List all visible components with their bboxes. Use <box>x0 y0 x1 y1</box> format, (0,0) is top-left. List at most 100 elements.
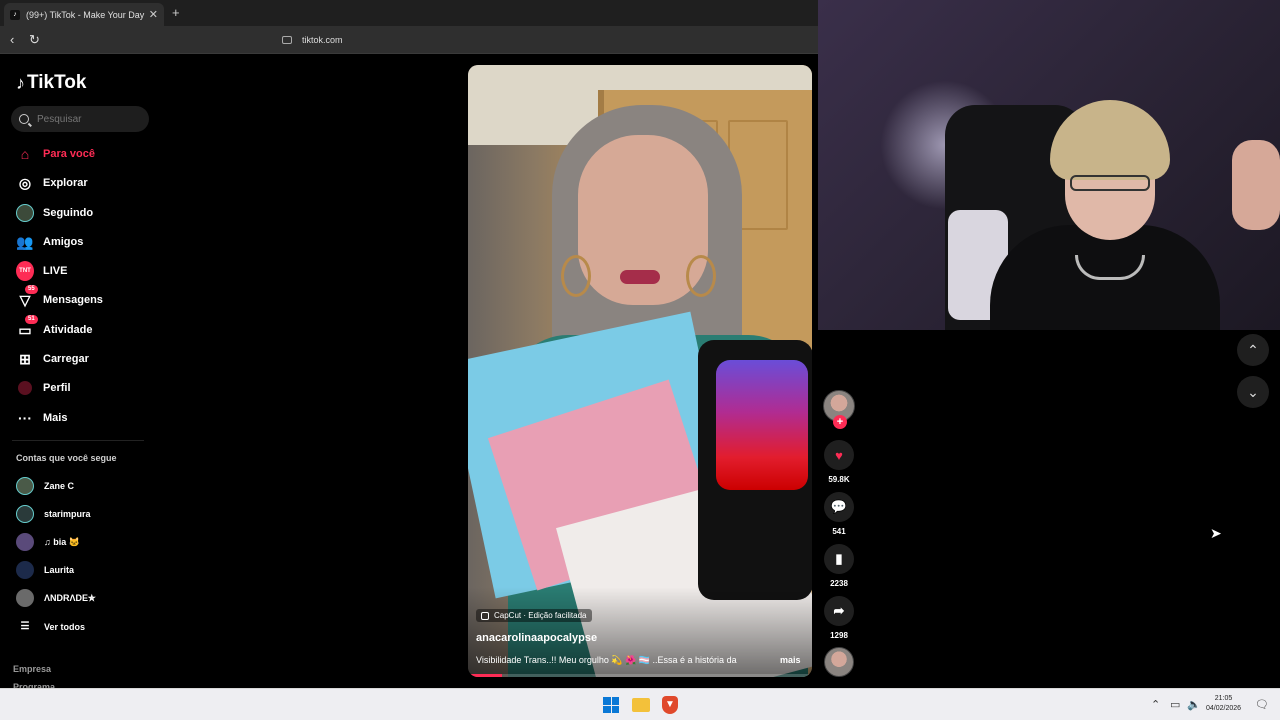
clock-time: 21:05 <box>1214 695 1233 702</box>
previous-video-button[interactable]: ⌃ <box>1237 334 1269 366</box>
following-icon <box>16 204 34 222</box>
sidebar-item-live[interactable]: TNT LIVE <box>16 261 67 281</box>
clock-date: 04/02/2026 <box>1206 705 1242 712</box>
caption-more-button[interactable]: mais <box>780 655 801 665</box>
live-icon: TNT <box>16 261 34 281</box>
video-caption: Visibilidade Trans..!! Meu orgulho 💫 🌺 🏳… <box>476 655 737 665</box>
video-progress-fill <box>468 674 503 677</box>
tiktok-logo[interactable]: ♪ TikTok <box>16 72 86 94</box>
close-icon[interactable]: ✕ <box>149 8 158 21</box>
site-info-icon[interactable] <box>282 36 292 44</box>
avatar <box>16 477 34 495</box>
next-video-button[interactable]: ⌄ <box>1237 376 1269 408</box>
sidebar-item-seguindo[interactable]: Seguindo <box>16 203 93 223</box>
sidebar-item-carregar[interactable]: ⊞ Carregar <box>16 349 89 369</box>
share-action[interactable]: ➦ 1298 <box>823 596 855 640</box>
video-frame-lips <box>620 270 660 284</box>
following-account[interactable]: ♫ bia 🐱 <box>16 532 80 552</box>
sidebar-item-label: Amigos <box>43 236 84 248</box>
brave-browser-icon[interactable]: ▼ <box>662 696 678 714</box>
url-field[interactable]: tiktok.com <box>282 31 343 49</box>
sidebar-item-amigos[interactable]: 👥 Amigos <box>16 232 83 252</box>
mouse-cursor-icon: ➤ <box>1210 525 1222 541</box>
comment-count: 541 <box>832 527 846 536</box>
share-icon[interactable]: ➦ <box>824 596 854 626</box>
comment-icon[interactable]: 💬 <box>824 492 854 522</box>
sidebar-item-label: Mensagens <box>43 294 103 306</box>
volume-icon[interactable]: 🔈 <box>1187 698 1201 711</box>
video-progress-bar[interactable] <box>468 674 812 677</box>
sound-avatar-button[interactable] <box>823 647 855 677</box>
sidebar-item-mais[interactable]: ··· Mais <box>16 408 67 428</box>
sidebar-item-explorar[interactable]: ◎ Explorar <box>16 173 88 193</box>
back-icon[interactable]: ‹ <box>10 32 14 47</box>
tiktok-favicon-icon: ♪ <box>10 9 20 20</box>
heart-icon[interactable]: ♥ <box>824 440 854 470</box>
list-icon: ☰ <box>20 621 30 632</box>
home-icon: ⌂ <box>20 146 30 162</box>
like-action[interactable]: ♥ 59.8K <box>823 440 855 484</box>
new-tab-button[interactable]: + <box>172 5 180 20</box>
activity-badge: 51 <box>25 315 38 324</box>
taskbar: ▼ ⌃ ▭ 🔈 21:05 04/02/2026 🗨 <box>0 688 1280 720</box>
tab-title: (99+) TikTok - Make Your Day <box>26 9 145 20</box>
following-name: ♫ bia 🐱 <box>44 536 80 547</box>
messages-icon: ▽ 55 <box>16 285 38 309</box>
upload-icon: ⊞ <box>19 350 31 367</box>
avatar <box>16 561 34 579</box>
save-count: 2238 <box>830 579 848 588</box>
tiktok-note-icon: ♪ <box>16 72 25 93</box>
sidebar-item-para-voce[interactable]: ⌂ Para você <box>16 144 95 164</box>
address-bar: ‹ ↻ tiktok.com <box>0 26 820 54</box>
file-explorer-icon[interactable] <box>632 698 650 712</box>
chevron-down-icon: ⌄ <box>1247 383 1259 400</box>
capcut-icon <box>481 611 489 620</box>
browser-tab[interactable]: ♪ (99+) TikTok - Make Your Day ✕ <box>4 3 164 26</box>
sidebar-item-atividade[interactable]: ▭ 51 Atividade <box>16 315 93 340</box>
following-name: Zane C <box>44 481 75 491</box>
follow-plus-icon[interactable]: + <box>833 415 847 429</box>
sidebar-item-label: LIVE <box>43 265 68 277</box>
avatar <box>16 533 34 551</box>
sidebar-item-perfil[interactable]: Perfil <box>16 378 71 398</box>
capcut-tag[interactable]: CapCut · Edição facilitada <box>476 609 592 622</box>
video-author[interactable]: anacarolinaapocalypse <box>476 632 597 644</box>
video-frame-microphone-light <box>716 360 808 490</box>
video-frame-earring <box>561 255 591 297</box>
sidebar-item-label: Perfil <box>43 382 71 394</box>
comment-action[interactable]: 💬 541 <box>823 492 855 536</box>
like-count: 59.8K <box>828 475 850 484</box>
friends-icon: 👥 <box>16 233 34 250</box>
creator-avatar-button[interactable]: + <box>823 390 855 430</box>
search-input[interactable] <box>37 113 137 125</box>
reload-icon[interactable]: ↻ <box>29 32 40 48</box>
notification-icon[interactable]: 🗨 <box>1255 698 1269 711</box>
following-account[interactable]: Laurita <box>16 560 74 580</box>
following-account[interactable]: starimpura <box>16 504 91 524</box>
see-all-button[interactable]: ☰ Ver todos <box>16 617 86 637</box>
url-text: tiktok.com <box>302 35 343 45</box>
network-icon[interactable]: ▭ <box>1170 698 1180 711</box>
windows-start-icon[interactable] <box>603 697 619 713</box>
tray-chevron-icon[interactable]: ⌃ <box>1151 698 1160 711</box>
avatar <box>16 505 34 523</box>
following-account[interactable]: Zane C <box>16 476 74 496</box>
footer-link-empresa[interactable]: Empresa <box>13 664 51 674</box>
logo-text: TikTok <box>27 72 87 93</box>
compass-icon: ◎ <box>18 174 32 191</box>
following-account[interactable]: ΛNDRΛDE✯ <box>16 588 96 608</box>
share-count: 1298 <box>830 631 848 640</box>
save-action[interactable]: ▮ 2238 <box>823 544 855 588</box>
sidebar-item-mensagens[interactable]: ▽ 55 Mensagens <box>16 285 103 310</box>
webcam-glasses <box>1070 175 1150 191</box>
following-name: Laurita <box>44 565 75 575</box>
screen: ♪ (99+) TikTok - Make Your Day ✕ + ‹ ↻ t… <box>0 0 1280 720</box>
search-icon <box>19 114 29 124</box>
taskbar-clock[interactable]: 21:05 04/02/2026 <box>1206 694 1241 714</box>
search-box[interactable] <box>11 106 149 132</box>
bookmark-icon[interactable]: ▮ <box>824 544 854 574</box>
sound-avatar-icon <box>824 647 854 677</box>
sidebar-item-label: Mais <box>43 412 68 424</box>
profile-icon <box>16 379 34 397</box>
video-player[interactable]: CapCut · Edição facilitada anacarolinaap… <box>468 65 812 677</box>
